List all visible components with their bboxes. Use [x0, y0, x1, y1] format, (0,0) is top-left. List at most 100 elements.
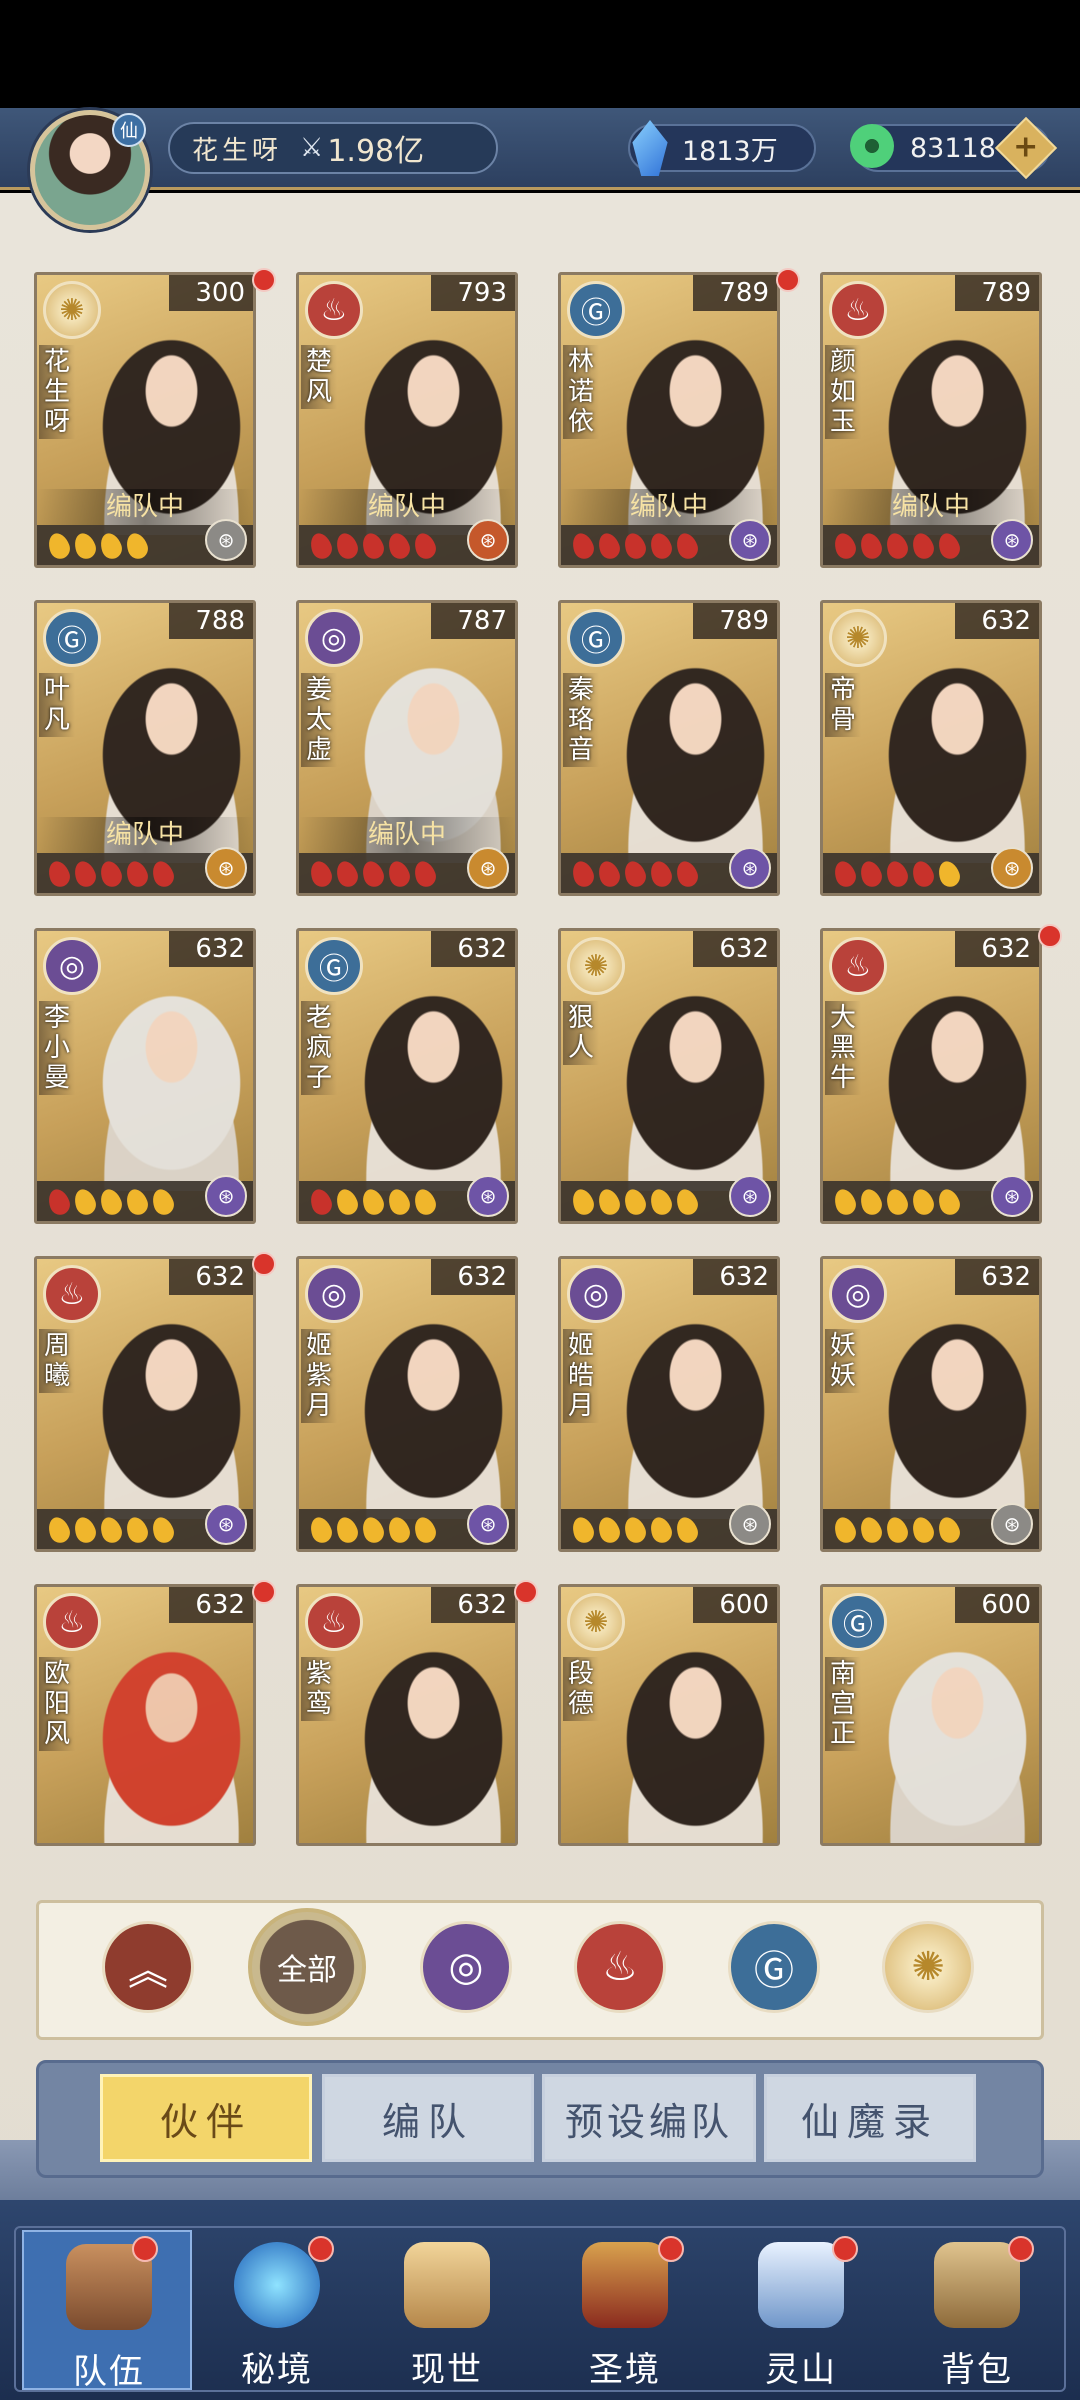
red-star-icon — [621, 858, 649, 890]
partner-card[interactable]: ◎ 787 姜太虚 编队中 ⊛ — [296, 600, 518, 896]
red-star-icon — [621, 530, 649, 562]
partner-name: 大黑牛 — [825, 1001, 861, 1095]
quality-seal-icon: ⊛ — [991, 1175, 1033, 1217]
partner-level: 789 — [693, 275, 777, 311]
red-star-icon — [595, 530, 623, 562]
gold-star-icon — [307, 1514, 335, 1546]
filter-fire-button[interactable]: ♨ — [574, 1921, 666, 2013]
fire-element-icon: ♨ — [305, 281, 363, 339]
partner-card[interactable]: ✺ 600 段德 — [558, 1584, 780, 1846]
red-star-icon — [45, 858, 73, 890]
partner-card[interactable]: Ⓖ 789 秦珞音 ⊛ — [558, 600, 780, 896]
partner-name: 老疯子 — [301, 1001, 337, 1095]
partner-card[interactable]: Ⓖ 789 林诺依 编队中 ⊛ — [558, 272, 780, 568]
filter-wind-button[interactable]: ◎ — [420, 1921, 512, 2013]
gold-star-icon — [45, 1514, 73, 1546]
temple-icon — [582, 2242, 668, 2328]
partner-stars — [307, 858, 439, 890]
gold-star-icon — [909, 1514, 937, 1546]
quality-seal-icon: ⊛ — [729, 847, 771, 889]
partner-card[interactable]: ♨ 632 欧阳风 — [34, 1584, 256, 1846]
filter-up-button[interactable]: ︽ — [102, 1921, 194, 2013]
notification-red-dot — [514, 1580, 538, 1604]
partner-portrait — [67, 1279, 253, 1519]
partner-level: 632 — [955, 1259, 1039, 1295]
gold-star-icon — [71, 1514, 99, 1546]
partner-level: 632 — [693, 1259, 777, 1295]
filter-light-button[interactable]: ✺ — [882, 1921, 974, 2013]
partner-card[interactable]: ♨ 632 大黑牛 ⊛ — [820, 928, 1042, 1224]
partner-level: 793 — [431, 275, 515, 311]
tab-formation[interactable]: 编队 — [322, 2074, 534, 2162]
nav-holy-realm[interactable]: 圣境 — [540, 2230, 710, 2390]
quality-seal-icon: ⊛ — [467, 519, 509, 561]
quality-seal-icon: ⊛ — [467, 1175, 509, 1217]
partner-name: 叶凡 — [39, 673, 75, 737]
filter-water-button[interactable]: Ⓖ — [728, 1921, 820, 2013]
nav-secret-realm[interactable]: 秘境 — [192, 2230, 362, 2390]
nav-present-world-label: 现世 — [411, 2350, 483, 2390]
flame-icon: ♨ — [602, 1944, 638, 1990]
red-star-icon — [673, 858, 701, 890]
partner-card[interactable]: ◎ 632 姬皓月 ⊛ — [558, 1256, 780, 1552]
partner-portrait — [329, 1607, 515, 1843]
partner-name: 段德 — [563, 1657, 599, 1721]
tab-preset-formation[interactable]: 预设编队 — [542, 2074, 756, 2162]
filter-all-button[interactable]: 全部 — [248, 1908, 366, 2026]
quality-seal-icon: ⊛ — [205, 847, 247, 889]
red-star-icon — [673, 530, 701, 562]
partner-portrait — [591, 623, 777, 863]
partner-level: 632 — [431, 931, 515, 967]
tab-partners[interactable]: 伙伴 — [100, 2074, 312, 2162]
gold-star-icon — [935, 858, 963, 890]
gold-star-icon — [411, 1514, 439, 1546]
gold-star-icon — [123, 1514, 151, 1546]
partner-card[interactable]: ♨ 789 颜如玉 编队中 ⊛ — [820, 272, 1042, 568]
partner-stars — [831, 858, 963, 890]
nav-team[interactable]: 队伍 — [22, 2230, 192, 2392]
sun-icon: ✺ — [911, 1944, 945, 1990]
partner-card[interactable]: ♨ 632 紫鸾 — [296, 1584, 518, 1846]
partner-card[interactable]: ◎ 632 李小曼 ⊛ — [34, 928, 256, 1224]
gold-star-icon — [333, 1186, 361, 1218]
nav-backpack[interactable]: 背包 — [892, 2230, 1062, 2390]
partner-card[interactable]: ♨ 793 楚风 编队中 ⊛ — [296, 272, 518, 568]
gold-star-icon — [569, 1514, 597, 1546]
partner-card[interactable]: Ⓖ 600 南宫正 — [820, 1584, 1042, 1846]
partner-level: 632 — [955, 931, 1039, 967]
partner-card[interactable]: ✺ 632 狠人 ⊛ — [558, 928, 780, 1224]
notification-red-dot — [252, 1252, 276, 1276]
partner-card[interactable]: Ⓖ 632 老疯子 ⊛ — [296, 928, 518, 1224]
partner-card[interactable]: ✺ 632 帝骨 ⊛ — [820, 600, 1042, 896]
nav-present-world[interactable]: 现世 — [362, 2230, 532, 2390]
quality-seal-icon: ⊛ — [729, 1175, 771, 1217]
mountain-icon — [758, 2242, 844, 2328]
wind-element-icon: ◎ — [305, 609, 363, 667]
gold-star-icon — [857, 1186, 885, 1218]
tab-immortal-records[interactable]: 仙魔录 — [764, 2074, 976, 2162]
partner-name: 林诺依 — [563, 345, 599, 439]
red-star-icon — [857, 530, 885, 562]
partner-portrait — [591, 951, 777, 1191]
partner-stars — [307, 530, 439, 562]
partner-card[interactable]: ◎ 632 姬紫月 ⊛ — [296, 1256, 518, 1552]
partner-name: 周曦 — [39, 1329, 75, 1393]
partner-card[interactable]: ◎ 632 妖妖 ⊛ — [820, 1256, 1042, 1552]
player-info: 花生呀 ⚔ 1.98亿 — [168, 122, 498, 174]
red-star-icon — [647, 858, 675, 890]
partner-card[interactable]: ✺ 300 花生呀 编队中 ⊛ — [34, 272, 256, 568]
partner-card[interactable]: ♨ 632 周曦 ⊛ — [34, 1256, 256, 1552]
gold-star-icon — [149, 1186, 177, 1218]
nav-secret-realm-label: 秘境 — [241, 2350, 313, 2390]
gold-star-icon — [621, 1186, 649, 1218]
partner-level: 632 — [169, 1587, 253, 1623]
red-star-icon — [307, 530, 335, 562]
partner-stars — [45, 858, 177, 890]
nav-spirit-mountain[interactable]: 灵山 — [716, 2230, 886, 2390]
red-star-icon — [123, 858, 151, 890]
status-bar-area — [0, 0, 1080, 108]
red-star-icon — [307, 858, 335, 890]
red-star-icon — [831, 858, 859, 890]
plus-icon: + — [1013, 129, 1039, 165]
partner-card[interactable]: Ⓖ 788 叶凡 编队中 ⊛ — [34, 600, 256, 896]
